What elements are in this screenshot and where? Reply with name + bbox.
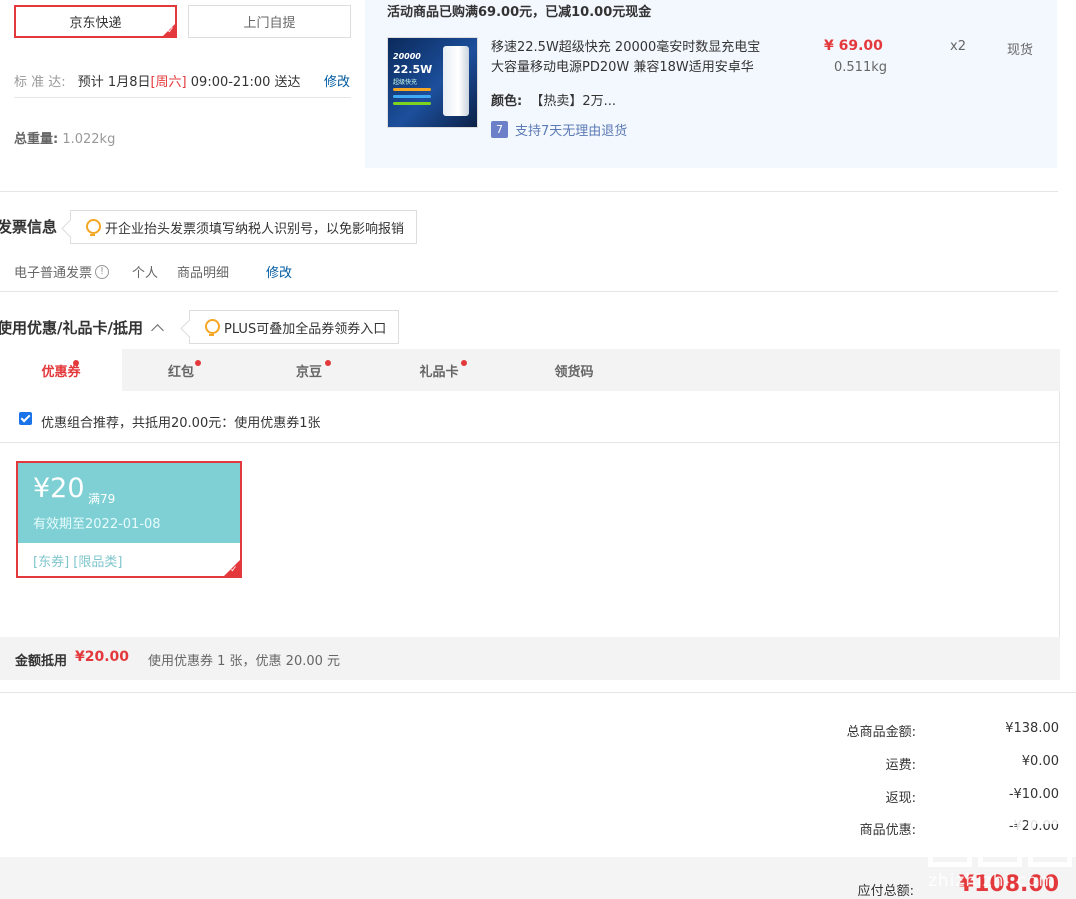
divider [14, 97, 351, 98]
chevron-up-icon [151, 323, 164, 337]
lightbulb-icon [204, 318, 220, 336]
goods-panel: 活动商品已购满69.00元，已减10.00元现金 20000 22.5W 超级快… [365, 0, 1057, 168]
product-name-line: 移速22.5W超级快充 20000毫安时数显充电宝 [491, 40, 761, 55]
coupon-expiry: 有效期至2022-01-08 [33, 517, 161, 532]
rebate-label: 返现: [885, 791, 916, 806]
thumb-stripe [393, 88, 431, 91]
product-color: 颜色: 【热卖】2万... [491, 90, 616, 109]
thumb-stripe [393, 95, 431, 98]
selected-check-icon: ✓ [161, 22, 177, 38]
tab-redeem-code[interactable]: 领货码 [515, 349, 633, 391]
shipping-option-jd-express[interactable]: 京东快递 ✓ [14, 5, 177, 38]
badge-dot [325, 360, 331, 366]
thumb-subtitle: 超级快充 [393, 79, 418, 86]
divider [0, 442, 1060, 443]
invoice-modify-link[interactable]: 修改 [266, 262, 292, 281]
lightbulb-icon [85, 218, 101, 236]
plus-tip-text: PLUS可叠加全品券领券入口 [224, 321, 387, 337]
watermark-glyph [1028, 819, 1072, 867]
recommend-checkbox[interactable] [19, 412, 32, 425]
weight-value: 1.022kg [62, 132, 116, 147]
standard-label: 标 准 达: [14, 75, 66, 90]
delivery-modify-link[interactable]: 修改 [324, 71, 350, 90]
tab-label: 礼品卡 [419, 364, 459, 380]
badge-dot [461, 360, 467, 366]
return-policy[interactable]: 7 支持7天无理由退货 [491, 120, 627, 139]
invoice-tip: 开企业抬头发票须填写纳税人识别号，以免影响报销 [70, 210, 418, 244]
product-price: ¥ 69.00 [824, 38, 883, 54]
discount-tabs: 优惠券 红包 京豆 礼品卡 领货码 [0, 349, 1060, 391]
invoice-section-title: 发票信息 [0, 218, 58, 236]
coupon-card[interactable]: ¥20 满79 有效期至2022-01-08 [东券] [限品类] ✓ [16, 461, 242, 578]
invoice-tip-text: 开企业抬头发票须填写纳税人识别号，以免影响报销 [105, 221, 405, 237]
summary-amount: ¥20.00 [75, 649, 130, 665]
total-goods-label: 总商品金额: [846, 725, 916, 740]
invoice-detail: 商品明细 [177, 266, 230, 281]
tab-label: 红包 [167, 364, 194, 380]
freight-label: 运费: [885, 758, 916, 773]
standard-time: 09:00-21:00 送达 [186, 75, 301, 90]
badge-dot [73, 360, 79, 366]
tab-label: 领货码 [554, 364, 594, 380]
summary-text: 使用优惠券 1 张，优惠 20.00 元 [148, 654, 341, 669]
invoice-details: 电子普通发票 ! 个人 商品明细 [14, 262, 229, 281]
divider [0, 291, 1058, 292]
rebate-value: -¥10.00 [1008, 787, 1059, 802]
watermark-glyph [978, 819, 1022, 867]
return-policy-text: 支持7天无理由退货 [515, 124, 628, 139]
info-icon[interactable]: ! [95, 264, 110, 279]
weight-label: 总重量: [14, 132, 59, 147]
coupon-header: ¥20 满79 有效期至2022-01-08 [18, 463, 240, 543]
plus-tip[interactable]: PLUS可叠加全品券领券入口 [189, 310, 400, 344]
tab-gift-card[interactable]: 礼品卡 [380, 349, 498, 391]
jd-express-label: 京东快递 [69, 16, 122, 31]
thumb-stripe [393, 102, 431, 105]
standard-date: 预计 1月8日 [77, 75, 151, 90]
discount-title-text: 使用优惠/礼品卡/抵用 [0, 319, 143, 337]
selected-check-icon: ✓ [222, 558, 242, 578]
seven-day-return-icon: 7 [491, 121, 508, 138]
badge-dot [195, 360, 201, 366]
self-pickup-label: 上门自提 [243, 16, 296, 31]
invoice-type: 电子普通发票 [14, 266, 93, 281]
invoice-person: 个人 [132, 266, 159, 281]
color-value: 【热卖】2万... [530, 94, 617, 109]
watermark-glyph [928, 819, 972, 867]
standard-day: [周六] [150, 75, 187, 90]
divider [0, 191, 1058, 192]
stock-status: 现货 [1007, 43, 1034, 58]
tab-jd-beans[interactable]: 京豆 [250, 349, 368, 391]
payable-bar: 应付总额: ¥108.00 [0, 857, 1076, 899]
discount-summary: 金额抵用 ¥20.00 使用优惠券 1 张，优惠 20.00 元 [0, 637, 1060, 680]
payable-label: 应付总额: [857, 884, 914, 899]
tab-coupon[interactable]: 优惠券 [0, 349, 122, 391]
coupon-condition: 满79 [88, 492, 116, 506]
power-bank-image [443, 46, 469, 116]
tab-label: 京豆 [295, 364, 322, 380]
divider [0, 692, 1076, 693]
recommend-text: 优惠组合推荐，共抵用20.00元：使用优惠券1张 [41, 416, 321, 431]
thumb-power: 22.5W [393, 63, 433, 76]
total-goods-value: ¥138.00 [1005, 721, 1059, 736]
tab-red-packet[interactable]: 红包 [122, 349, 240, 391]
freight-value: ¥0.00 [1021, 754, 1059, 769]
product-name-line: 大容量移动电源PD20W 兼容18W适用安卓华 [491, 60, 754, 75]
product-thumbnail[interactable]: 20000 22.5W 超级快充 [387, 37, 478, 128]
coupon-amount: ¥20 [33, 473, 85, 504]
site-watermark: zhizhizhi.com [928, 815, 1076, 899]
discount-section-title[interactable]: 使用优惠/礼品卡/抵用 [0, 317, 164, 338]
coupon-tags: [东券] [限品类] [33, 555, 123, 570]
delivery-estimate: 标 准 达: 预计 1月8日[周六] 09:00-21:00 送达 [14, 71, 301, 90]
product-weight: 0.511kg [834, 60, 887, 75]
total-weight: 总重量: 1.022kg [14, 128, 115, 147]
shipping-option-self-pickup[interactable]: 上门自提 [188, 5, 351, 38]
color-label: 颜色: [491, 94, 523, 109]
product-name[interactable]: 移速22.5W超级快充 20000毫安时数显充电宝 大容量移动电源PD20W 兼… [491, 38, 771, 78]
product-quantity: x2 [950, 39, 966, 54]
summary-label: 金额抵用 [15, 654, 68, 669]
watermark-text: zhizhizhi.com [928, 871, 1056, 891]
promo-text: 活动商品已购满69.00元，已减10.00元现金 [387, 5, 652, 20]
thumb-capacity: 20000 [393, 52, 421, 61]
discount-label: 商品优惠: [859, 823, 916, 838]
